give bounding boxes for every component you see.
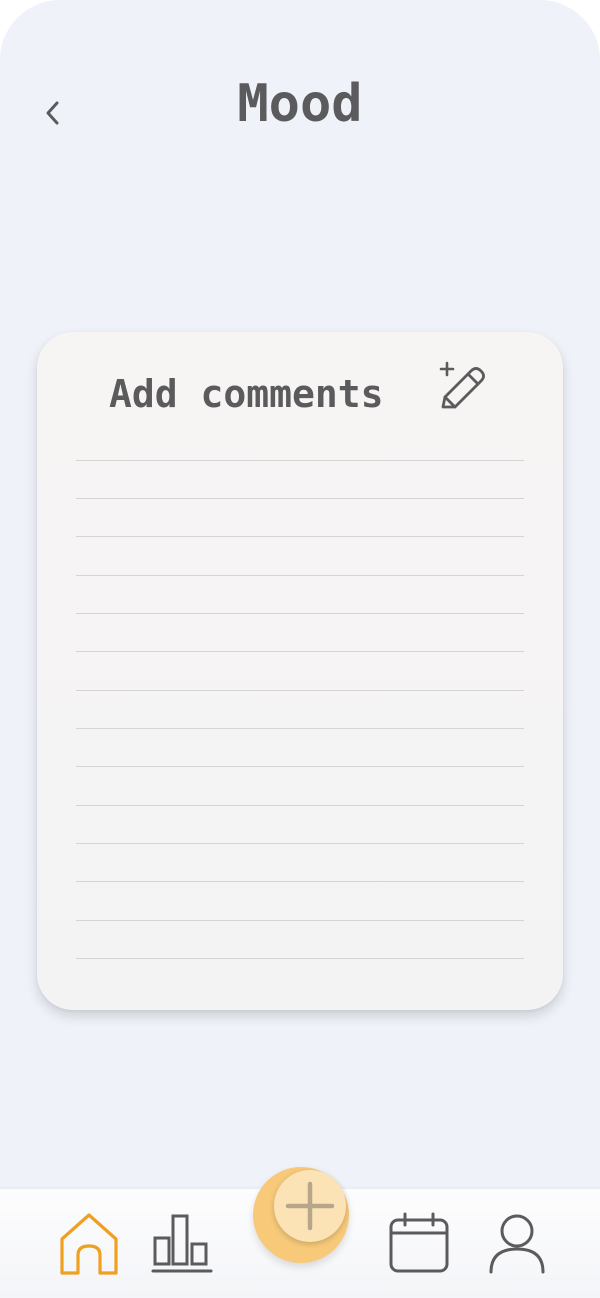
rule-line: [76, 613, 524, 614]
nav-home[interactable]: [56, 1209, 122, 1275]
nav-calendar[interactable]: [386, 1211, 452, 1275]
rule-line: [76, 728, 524, 729]
pencil-sparkle-icon: [439, 361, 485, 409]
rule-line: [76, 843, 524, 844]
rule-line: [76, 881, 524, 882]
plus-icon: [285, 1181, 335, 1231]
user-icon: [489, 1214, 545, 1274]
rule-line: [76, 498, 524, 499]
home-icon: [60, 1213, 118, 1275]
bar-chart-icon: [151, 1214, 213, 1273]
add-entry-button[interactable]: [274, 1170, 346, 1242]
rule-line: [76, 805, 524, 806]
card-title: Add comments: [109, 372, 384, 416]
add-comment-button[interactable]: [435, 360, 489, 414]
mood-screen: Mood Add comments: [0, 0, 600, 1298]
rule-line: [76, 690, 524, 691]
rule-line: [76, 575, 524, 576]
rule-line: [76, 460, 524, 461]
rule-line: [76, 766, 524, 767]
rule-line: [76, 920, 524, 921]
rule-line: [76, 651, 524, 652]
nav-profile[interactable]: [484, 1209, 550, 1275]
rule-line: [76, 958, 524, 959]
nav-stats[interactable]: [150, 1211, 214, 1275]
page-title: Mood: [237, 74, 363, 134]
calendar-icon: [389, 1212, 449, 1273]
comments-card: Add comments: [37, 332, 563, 1010]
rule-line: [76, 536, 524, 537]
